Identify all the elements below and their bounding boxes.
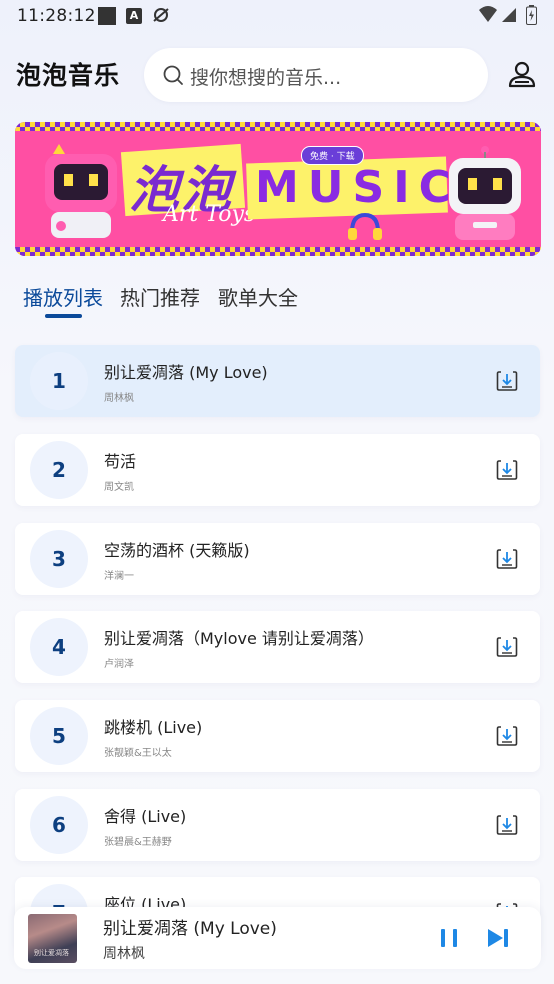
banner-checker-border — [15, 247, 541, 256]
next-icon[interactable] — [486, 927, 510, 949]
song-title: 别让爱凋落 (My Love) — [104, 363, 268, 382]
promo-banner[interactable]: 泡泡 Art Toys MUSIC 免费 · 下载 — [15, 122, 541, 256]
download-icon[interactable] — [496, 459, 518, 481]
song-number: 6 — [30, 796, 88, 854]
notification-square-icon — [98, 7, 116, 25]
song-number: 2 — [30, 441, 88, 499]
wifi-icon — [479, 6, 497, 22]
download-icon[interactable] — [496, 548, 518, 570]
search-icon — [163, 65, 183, 85]
song-artist: 洋澜一 — [104, 571, 134, 582]
song-row[interactable]: 2 苟活 周文凯 — [15, 434, 540, 506]
battery-icon — [526, 5, 537, 25]
tab-playlist[interactable]: 播放列表 — [23, 282, 103, 311]
song-title: 跳楼机 (Live) — [104, 718, 203, 737]
headphone-icon — [348, 212, 382, 240]
banner-badge: 免费 · 下载 — [301, 146, 364, 165]
download-icon[interactable] — [496, 725, 518, 747]
song-title: 舍得 (Live) — [104, 807, 187, 826]
tab-hot-recommend[interactable]: 热门推荐 — [120, 282, 200, 311]
download-icon[interactable] — [496, 814, 518, 836]
song-row[interactable]: 4 别让爱凋落（Mylove 请别让爱凋落） 卢润泽 — [15, 611, 540, 683]
song-number: 4 — [30, 618, 88, 676]
song-artist: 周文凯 — [104, 482, 134, 493]
song-title: 苟活 — [104, 452, 137, 471]
song-row[interactable]: 6 舍得 (Live) 张碧晨&王赫野 — [15, 789, 540, 861]
song-number: 5 — [30, 707, 88, 765]
song-artist: 卢润泽 — [104, 659, 134, 670]
song-number: 1 — [30, 352, 88, 410]
sync-off-icon — [153, 8, 169, 22]
song-title: 别让爱凋落（Mylove 请别让爱凋落） — [104, 629, 374, 648]
status-time: 11:28:12 — [17, 6, 96, 26]
download-icon[interactable] — [496, 636, 518, 658]
tab-playlist-collection[interactable]: 歌单大全 — [218, 282, 298, 311]
now-playing-artist: 周林枫 — [103, 946, 145, 962]
app-title: 泡泡音乐 — [16, 61, 121, 90]
download-icon[interactable] — [496, 370, 518, 392]
banner-title-en: MUSIC — [255, 162, 460, 213]
song-number: 3 — [30, 530, 88, 588]
banner-subtitle: Art Toys — [163, 202, 256, 227]
status-bar: 11:28:12 A — [0, 0, 554, 32]
song-row[interactable]: 1 别让爱凋落 (My Love) 周林枫 — [15, 345, 540, 417]
now-playing-bar[interactable]: 别让爱凋落 别让爱凋落 (My Love) 周林枫 — [14, 907, 541, 969]
search-input[interactable]: 搜你想搜的音乐... — [144, 48, 488, 102]
album-cover-caption: 别让爱凋落 — [34, 949, 69, 957]
album-cover[interactable]: 别让爱凋落 — [28, 914, 77, 963]
song-artist: 张碧晨&王赫野 — [104, 837, 172, 848]
robot-mascot-icon — [45, 144, 117, 238]
search-placeholder: 搜你想搜的音乐... — [190, 67, 342, 89]
signal-icon — [502, 8, 516, 22]
song-row[interactable]: 3 空荡的酒杯 (天籁版) 洋澜一 — [15, 523, 540, 595]
tab-active-indicator — [45, 314, 82, 318]
user-icon[interactable] — [507, 60, 537, 90]
song-artist: 周林枫 — [104, 393, 134, 404]
banner-checker-border — [15, 122, 541, 131]
song-title: 空荡的酒杯 (天籁版) — [104, 541, 250, 560]
robot-mascot-icon — [449, 146, 521, 240]
a-badge-icon: A — [126, 8, 142, 24]
song-artist: 张靓颖&王以太 — [104, 748, 172, 759]
now-playing-title: 别让爱凋落 (My Love) — [103, 919, 277, 939]
pause-icon[interactable] — [437, 927, 461, 949]
song-row[interactable]: 5 跳楼机 (Live) 张靓颖&王以太 — [15, 700, 540, 772]
